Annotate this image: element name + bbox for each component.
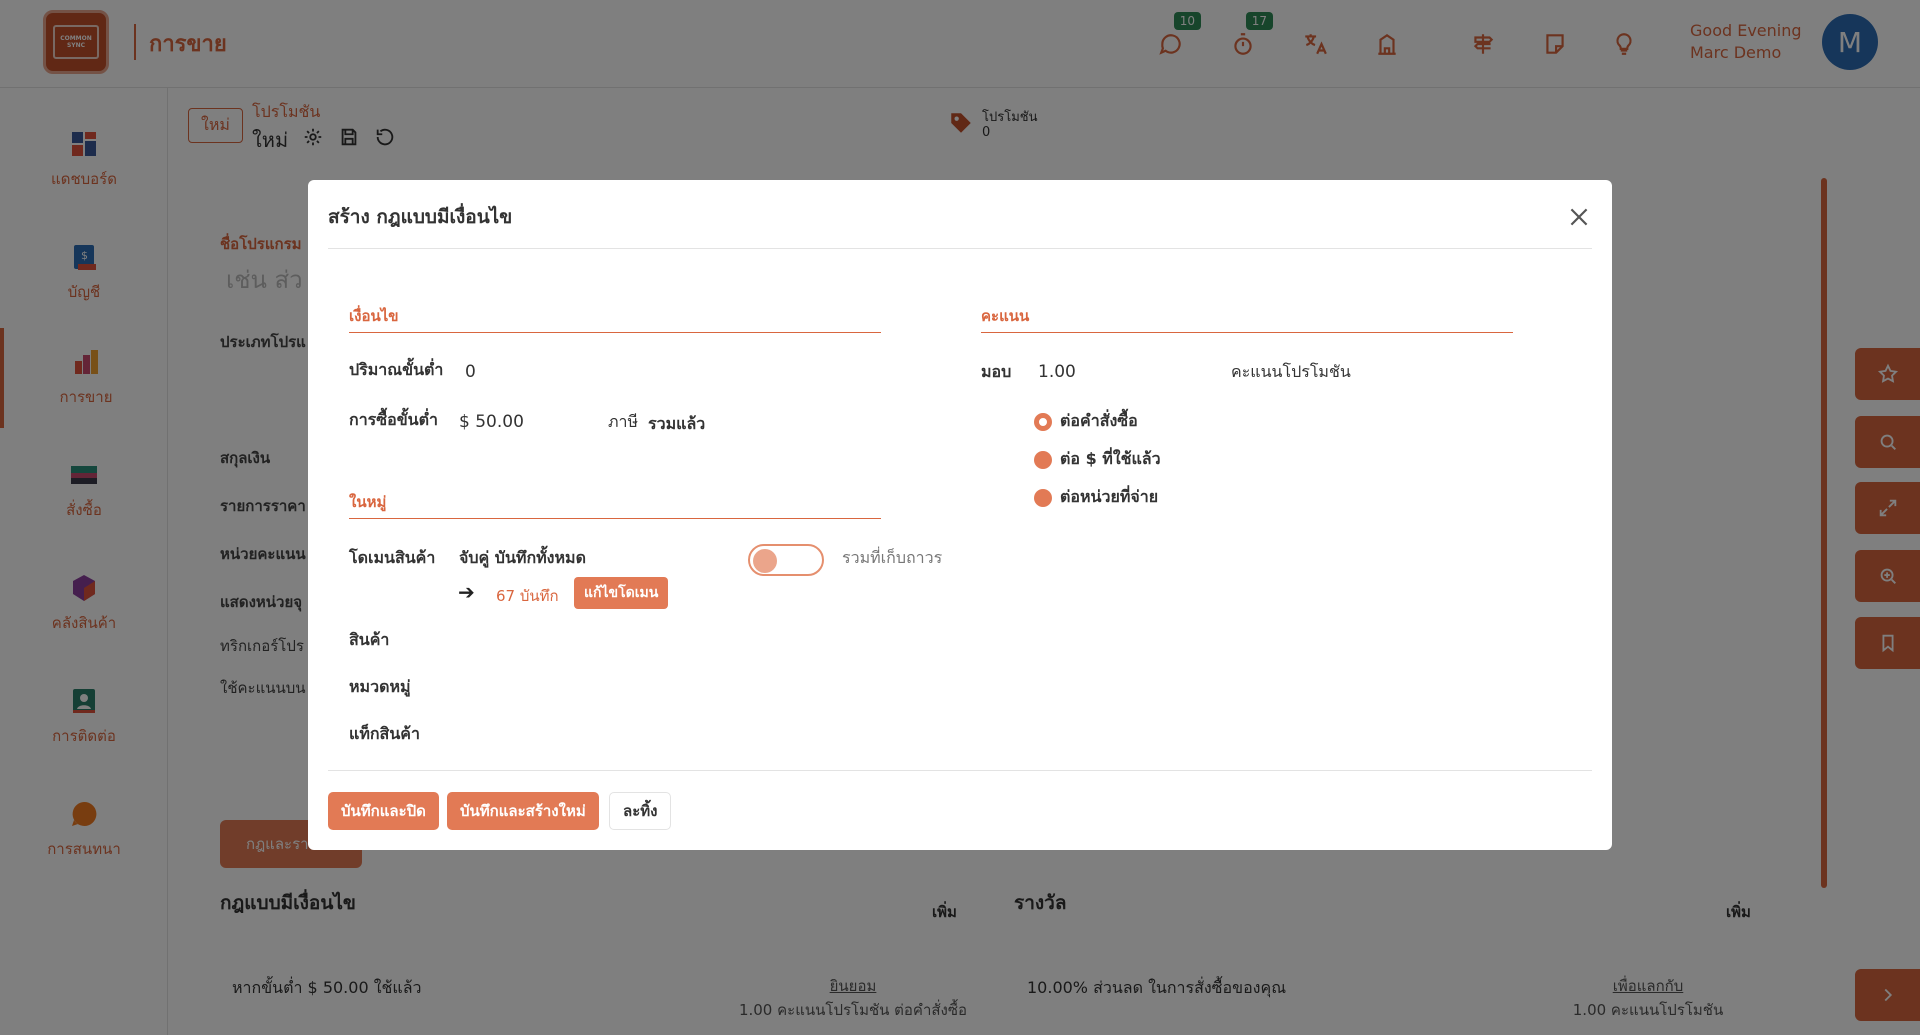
tax-label: ภาษี <box>608 412 639 431</box>
min-purchase-input[interactable]: $ 50.00 <box>459 412 524 432</box>
close-icon <box>1570 208 1588 226</box>
min-qty-label: ปริมาณขั้นต่ำ <box>349 360 444 379</box>
radio-icon <box>1034 450 1052 469</box>
radio-per-unit[interactable]: ต่อหน่วยที่จ่าย <box>1034 485 1158 510</box>
product-domain-value: จับคู่ บันทึกทั้งหมด <box>459 548 586 567</box>
radio-icon <box>1034 488 1052 507</box>
radio-per-money[interactable]: ต่อ $ ที่ใช้แล้ว <box>1034 447 1161 472</box>
product-domain-label: โดเมนสินค้า <box>349 548 436 567</box>
footer-divider <box>328 770 1592 771</box>
discard-button[interactable]: ละทิ้ง <box>609 792 672 830</box>
arrow-right-icon: ➔ <box>458 580 475 604</box>
dialog-title: สร้าง กฎแบบมีเงื่อนไข <box>328 206 513 228</box>
include-archived-label: รวมที่เก็บถาวร <box>842 548 943 567</box>
radio-label: ต่อ $ ที่ใช้แล้ว <box>1060 449 1161 468</box>
radio-checked-icon <box>1034 412 1052 431</box>
among-heading: ในหมู่ <box>349 490 881 519</box>
radio-label: ต่อหน่วยที่จ่าย <box>1060 487 1159 506</box>
edit-domain-button[interactable]: แก้ไขโดเมน <box>574 577 669 609</box>
points-heading: คะแนน <box>981 304 1513 333</box>
radio-per-order[interactable]: ต่อคำสั่งซื้อ <box>1034 409 1138 434</box>
min-purchase-label: การซื้อขั้นต่ำ <box>349 410 438 429</box>
product-tags-label: แท็กสินค้า <box>349 724 420 743</box>
category-label: หมวดหมู่ <box>349 677 411 696</box>
toggle-knob <box>753 549 777 573</box>
records-count-link[interactable]: 67 บันทึก <box>496 584 559 608</box>
radio-label: ต่อคำสั่งซื้อ <box>1060 411 1138 430</box>
grant-points-input[interactable]: 1.00 <box>1038 362 1076 382</box>
create-rule-dialog: สร้าง กฎแบบมีเงื่อนไข เงื่อนไข ปริมาณขั้… <box>308 180 1612 850</box>
close-button[interactable] <box>1566 204 1592 230</box>
tax-select[interactable]: รวมแล้ว <box>648 412 705 437</box>
save-close-button[interactable]: บันทึกและปิด <box>328 792 439 830</box>
save-new-button[interactable]: บันทึกและสร้างใหม่ <box>447 792 599 830</box>
min-qty-input[interactable]: 0 <box>465 362 476 382</box>
dialog-divider <box>328 248 1592 249</box>
products-label: สินค้า <box>349 630 390 649</box>
grant-label: มอบ <box>981 362 1012 381</box>
points-unit-text: คะแนนโปรโมชัน <box>1231 362 1351 381</box>
conditions-heading: เงื่อนไข <box>349 304 881 333</box>
include-archived-toggle[interactable] <box>748 544 824 576</box>
